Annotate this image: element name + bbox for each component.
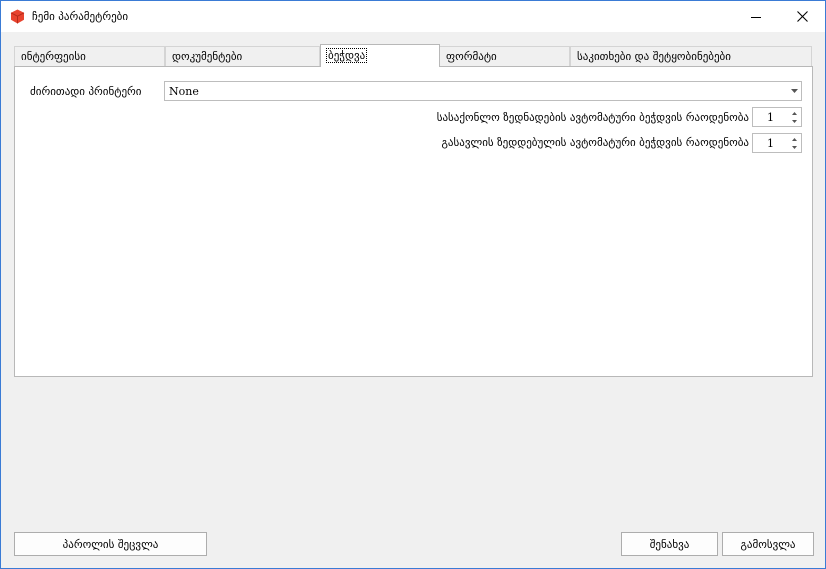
chevron-up-icon [791, 137, 797, 141]
tab-documents[interactable]: დოკუმენტები [165, 46, 320, 66]
window-title: ჩემი პარამეტრები [32, 10, 129, 23]
tab-label: ფორმატი [446, 50, 497, 63]
outgoing-invoice-copies-label: გასავლის ზედდებულის ავტომატური ბეჭდვის რ… [441, 136, 749, 149]
tab-printing[interactable]: ბეჭდვა [320, 44, 440, 67]
chevron-down-icon [791, 145, 797, 149]
tab-label: ბეჭდვა [325, 48, 368, 63]
tab-label: ინტერფეისი [21, 50, 86, 63]
change-password-button[interactable]: პაროლის შეცვლა [14, 532, 207, 556]
chevron-down-icon [791, 119, 797, 123]
decrement-button[interactable] [788, 117, 800, 125]
tab-format[interactable]: ფორმატი [439, 46, 570, 66]
goods-waybill-copies-label: სასაქონლო ზედნადების ავტომატური ბეჭდვის … [436, 111, 749, 124]
minimize-icon [751, 16, 761, 18]
close-icon [796, 11, 808, 22]
tab-strip: ინტერფეისი დოკუმენტები ბეჭდვა ფორმატი სა… [14, 44, 812, 67]
app-logo-icon [10, 9, 25, 24]
save-button[interactable]: შენახვა [621, 532, 718, 556]
minimize-button[interactable] [733, 1, 779, 32]
exit-button[interactable]: გამოსვლა [722, 532, 814, 556]
printing-panel: ძირითადი პრინტერი None სასაქონლო ზედნადე… [14, 66, 813, 377]
default-printer-label: ძირითადი პრინტერი [30, 85, 142, 98]
default-printer-value: None [169, 85, 199, 98]
tab-label: დოკუმენტები [172, 50, 243, 63]
increment-button[interactable] [788, 109, 800, 117]
decrement-button[interactable] [788, 143, 800, 151]
tab-questions-and-messages[interactable]: საკითხები და შეტყობინებები [570, 46, 812, 66]
tab-interface[interactable]: ინტერფეისი [14, 46, 165, 66]
goods-waybill-copies-stepper[interactable]: 1 [752, 107, 802, 127]
chevron-up-icon [791, 111, 797, 115]
outgoing-invoice-copies-value: 1 [767, 137, 774, 150]
title-bar: ჩემი პარამეტრები [1, 1, 825, 32]
goods-waybill-copies-value: 1 [767, 111, 774, 124]
increment-button[interactable] [788, 135, 800, 143]
close-button[interactable] [779, 1, 825, 32]
default-printer-select[interactable]: None [164, 81, 802, 101]
settings-window: ჩემი პარამეტრები ინტერფეისი დოკუმენტები … [0, 0, 826, 569]
outgoing-invoice-copies-stepper[interactable]: 1 [752, 133, 802, 153]
chevron-down-icon [791, 89, 798, 93]
tab-label: საკითხები და შეტყობინებები [577, 50, 731, 63]
